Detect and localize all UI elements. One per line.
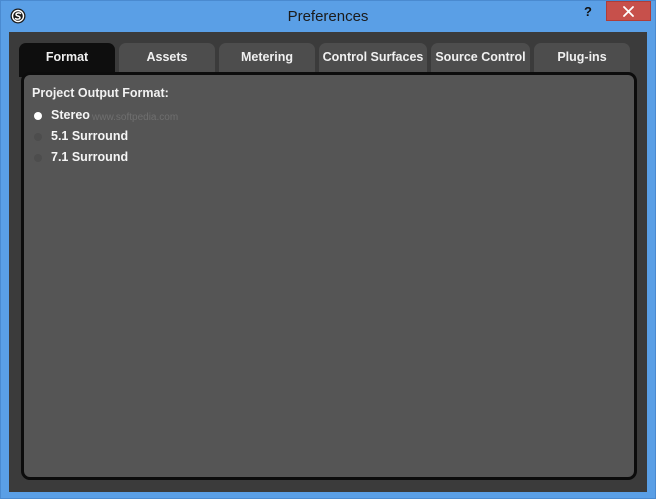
close-icon (623, 6, 634, 17)
help-button[interactable]: ? (575, 1, 601, 23)
radio-label: 7.1 Surround (51, 150, 129, 164)
radio-unselected-icon (34, 154, 42, 162)
tab-source-control[interactable]: Source Control (431, 43, 530, 75)
radio-label: 5.1 Surround (51, 129, 129, 143)
watermark-text: www.softpedia.com (92, 112, 179, 123)
window-title: Preferences (287, 8, 369, 25)
radio-label: Stereo (51, 108, 90, 122)
preferences-window: Preferences ? Format Assets Metering Con… (0, 0, 656, 499)
tab-metering[interactable]: Metering (219, 43, 315, 75)
title-bar[interactable]: Preferences ? (1, 1, 655, 32)
radio-selected-icon (34, 112, 42, 120)
format-panel: Project Output Format: www.softpedia.com… (21, 72, 637, 480)
project-output-format-label: Project Output Format: (32, 86, 169, 100)
radio-unselected-icon (34, 133, 42, 141)
close-button[interactable] (606, 1, 651, 21)
tab-plug-ins[interactable]: Plug-ins (534, 43, 630, 75)
tab-assets[interactable]: Assets (119, 43, 215, 75)
tab-control-surfaces[interactable]: Control Surfaces (319, 43, 427, 75)
preferences-client-area: Format Assets Metering Control Surfaces … (9, 32, 647, 492)
